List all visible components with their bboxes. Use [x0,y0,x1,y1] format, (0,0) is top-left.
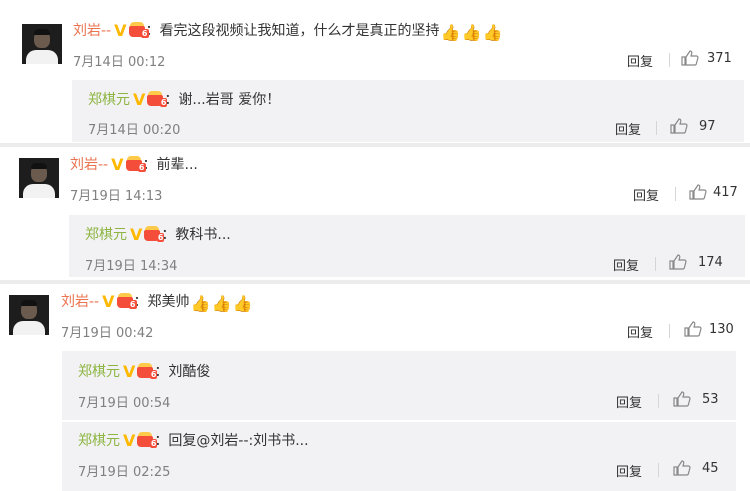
divider [669,324,670,338]
vip-badge-icon[interactable]: 6 [116,293,137,309]
comment-line: 刘岩-- V 6 ：看完这段视频让我知道，什么才是真正的坚持👍👍👍 [73,21,503,42]
reply-text: ：教科书... [161,227,231,243]
reply-time: 7月19日 00:54 [78,396,171,411]
reply-button[interactable]: 回复 [613,255,639,274]
thumbs-up-emoji-icon: 👍 [190,294,211,313]
divider [655,257,656,271]
like-count: 97 [699,119,716,134]
comment-text: ：看完这段视频让我知道，什么才是真正的坚持 [145,23,440,39]
like-count: 45 [702,461,719,476]
comment-text: ：前辈... [142,157,198,173]
comment-time: 7月19日 00:42 [61,326,154,341]
like-count: 53 [702,392,719,407]
vip-badge-icon[interactable]: 6 [125,156,146,172]
verified-icon: V [123,362,136,381]
like-icon[interactable] [669,254,687,270]
vip-badge-icon[interactable]: 6 [137,363,158,379]
vip-badge-icon[interactable]: 6 [128,22,149,38]
like-icon[interactable] [670,118,688,134]
like-icon[interactable] [689,184,707,200]
vip-badge-icon[interactable]: 6 [144,226,165,242]
username-link[interactable]: 刘岩-- [70,157,108,173]
reply-line: 郑棋元 V 6 ：教科书... [85,225,231,245]
comment-time: 7月14日 00:12 [73,55,166,70]
separator [0,143,750,147]
like-count: 174 [698,255,723,270]
verified-icon: V [123,431,136,450]
username-link[interactable]: 郑棋元 [88,92,130,108]
avatar[interactable] [22,24,62,64]
avatar[interactable] [9,295,49,335]
username-link[interactable]: 郑棋元 [85,227,127,243]
reply-time: 7月19日 14:34 [85,259,178,274]
username-link[interactable]: 刘岩-- [73,23,111,39]
username-link[interactable]: 郑棋元 [78,433,120,449]
like-icon[interactable] [673,391,691,407]
verified-icon: V [130,225,143,244]
reply-text: ：刘酷俊 [154,364,211,380]
avatar[interactable] [19,158,59,198]
thumbs-up-emoji-icon: 👍 [232,294,253,313]
like-count: 130 [709,322,734,337]
verified-icon: V [111,155,124,174]
like-icon[interactable] [673,460,691,476]
vip-badge-icon[interactable]: 6 [147,91,168,107]
like-icon[interactable] [684,321,702,337]
divider [669,53,670,67]
like-icon[interactable] [681,50,699,66]
reply-button[interactable]: 回复 [616,392,642,411]
comment-line: 刘岩-- V 6 ：前辈... [70,155,198,175]
reply-button[interactable]: 回复 [615,119,641,138]
thumbs-up-emoji-icon: 👍 [461,23,482,42]
verified-icon: V [133,90,146,109]
divider [656,121,657,135]
username-link[interactable]: 郑棋元 [78,364,120,380]
reply-text: ：谢...岩哥 爱你！ [164,92,281,108]
username-link[interactable]: 刘岩-- [61,294,99,310]
separator [0,280,750,284]
reply-button[interactable]: 回复 [627,51,653,70]
reply-button[interactable]: 回复 [627,322,653,341]
verified-icon: V [114,21,127,40]
reply-button[interactable]: 回复 [633,185,659,204]
verified-icon: V [102,292,115,311]
divider [658,463,659,477]
reply-line: 郑棋元 V 6 ：刘酷俊 [78,362,210,382]
reply-line: 郑棋元 V 6 ：回复@刘岩--:刘书书... [78,431,309,451]
like-count: 417 [713,185,738,200]
vip-badge-icon[interactable]: 6 [137,432,158,448]
like-count: 371 [707,51,732,66]
thumbs-up-emoji-icon: 👍 [211,294,232,313]
reply-button[interactable]: 回复 [616,461,642,480]
thumbs-up-emoji-icon: 👍 [482,23,503,42]
reply-time: 7月14日 00:20 [88,123,181,138]
divider [658,394,659,408]
comment-time: 7月19日 14:13 [70,189,163,204]
divider [675,187,676,201]
reply-divider [62,420,736,422]
reply-time: 7月19日 02:25 [78,465,171,480]
comment-line: 刘岩-- V 6 ：郑美帅👍👍👍 [61,292,253,313]
reply-line: 郑棋元 V 6 ：谢...岩哥 爱你！ [88,90,280,110]
reply-text: ：回复@刘岩--:刘书书... [154,433,309,449]
thumbs-up-emoji-icon: 👍 [440,23,461,42]
comment-text: ：郑美帅 [133,294,190,310]
